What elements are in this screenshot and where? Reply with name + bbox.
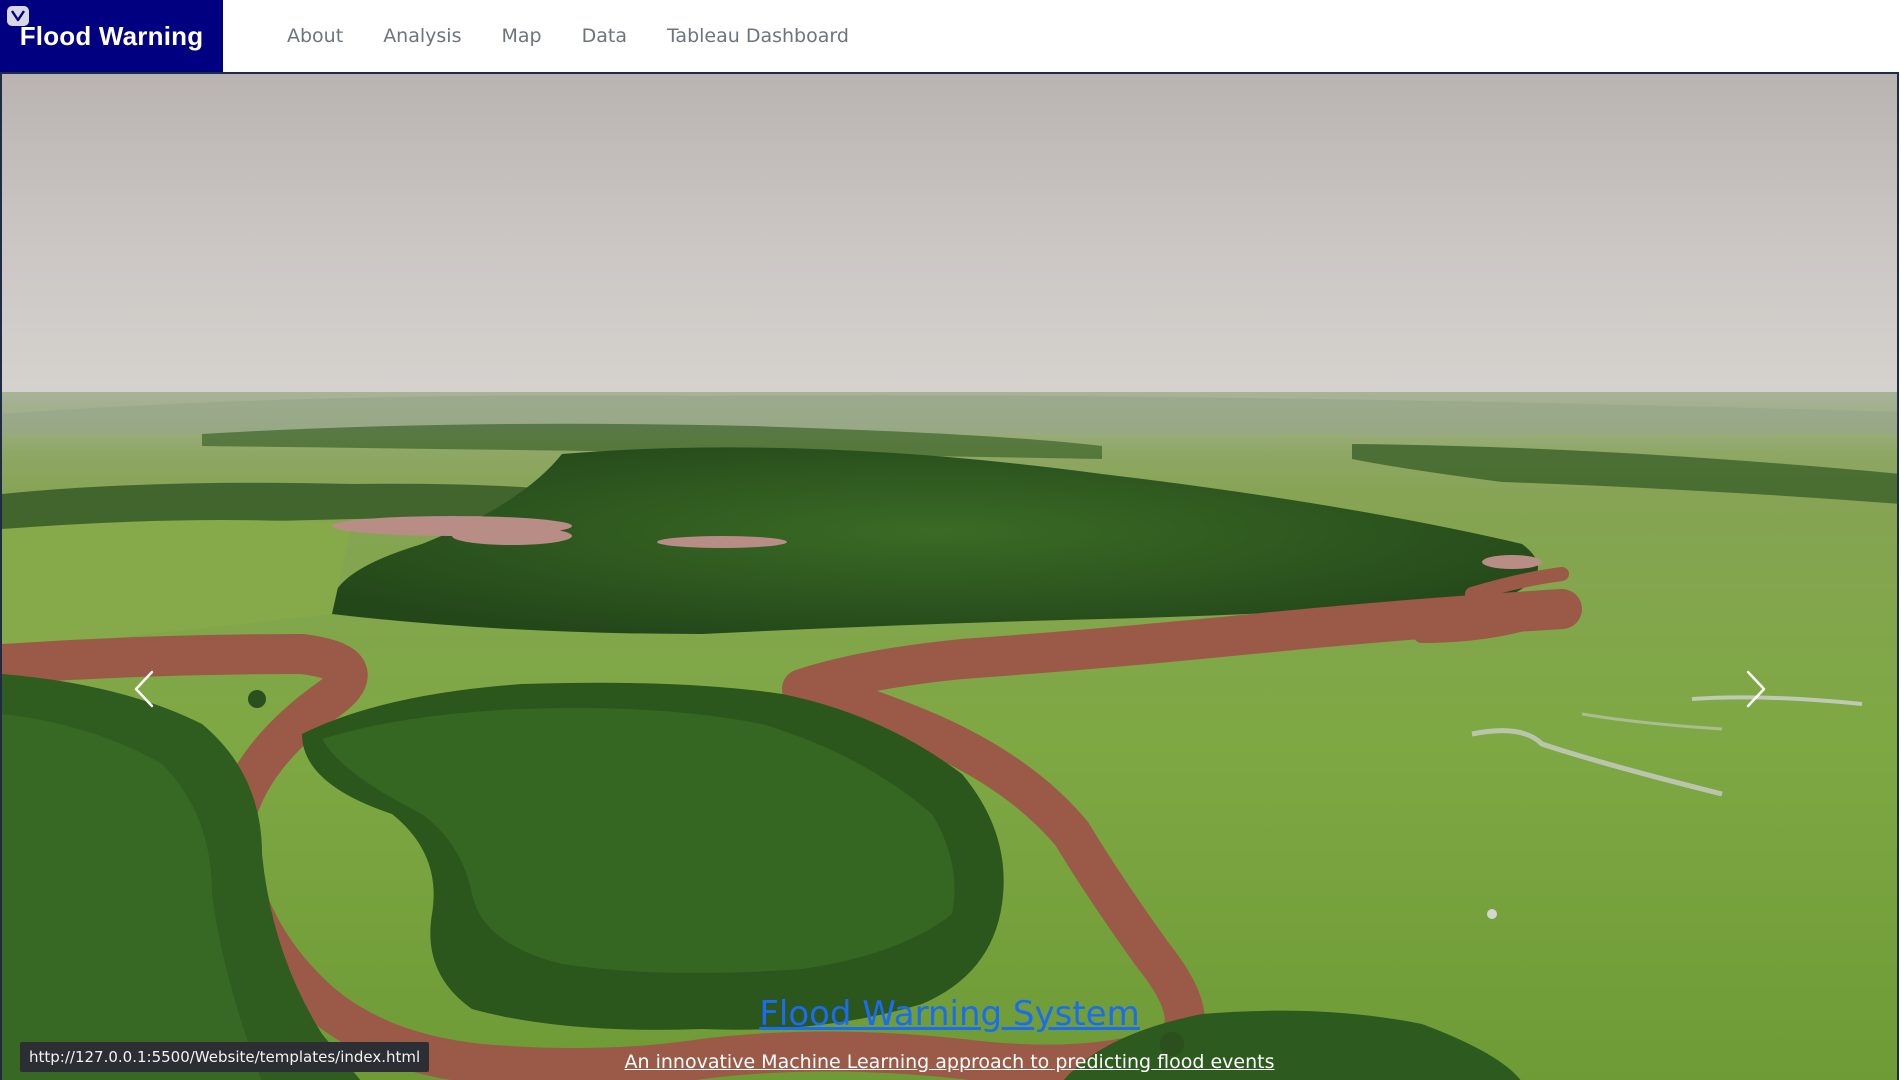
nav-link-map[interactable]: Map bbox=[481, 0, 561, 72]
brand-link[interactable]: Flood Warning bbox=[0, 0, 223, 72]
carousel-prev-button[interactable] bbox=[114, 649, 174, 729]
hero-caption-title-wrap: Flood Warning System bbox=[0, 994, 1899, 1034]
carousel-next-button[interactable] bbox=[1726, 649, 1786, 729]
nav-links: About Analysis Map Data Tableau Dashboar… bbox=[263, 0, 869, 72]
nav-link-about[interactable]: About bbox=[263, 0, 363, 72]
top-navbar: Flood Warning About Analysis Map Data Ta… bbox=[0, 0, 1901, 72]
status-bar-url: http://127.0.0.1:5500/Website/templates/… bbox=[20, 1042, 430, 1072]
hero-carousel bbox=[0, 72, 1899, 1080]
nav-link-tableau-dashboard[interactable]: Tableau Dashboard bbox=[647, 0, 869, 72]
nav-link-data[interactable]: Data bbox=[562, 0, 647, 72]
chevron-right-icon bbox=[1746, 670, 1766, 708]
hero-image bbox=[2, 74, 1897, 1080]
hero-title-link[interactable]: Flood Warning System bbox=[759, 994, 1139, 1034]
brand-logo-icon bbox=[7, 6, 29, 26]
chevron-left-icon bbox=[134, 670, 154, 708]
nav-link-analysis[interactable]: Analysis bbox=[363, 0, 481, 72]
brand-label: Flood Warning bbox=[19, 20, 204, 51]
